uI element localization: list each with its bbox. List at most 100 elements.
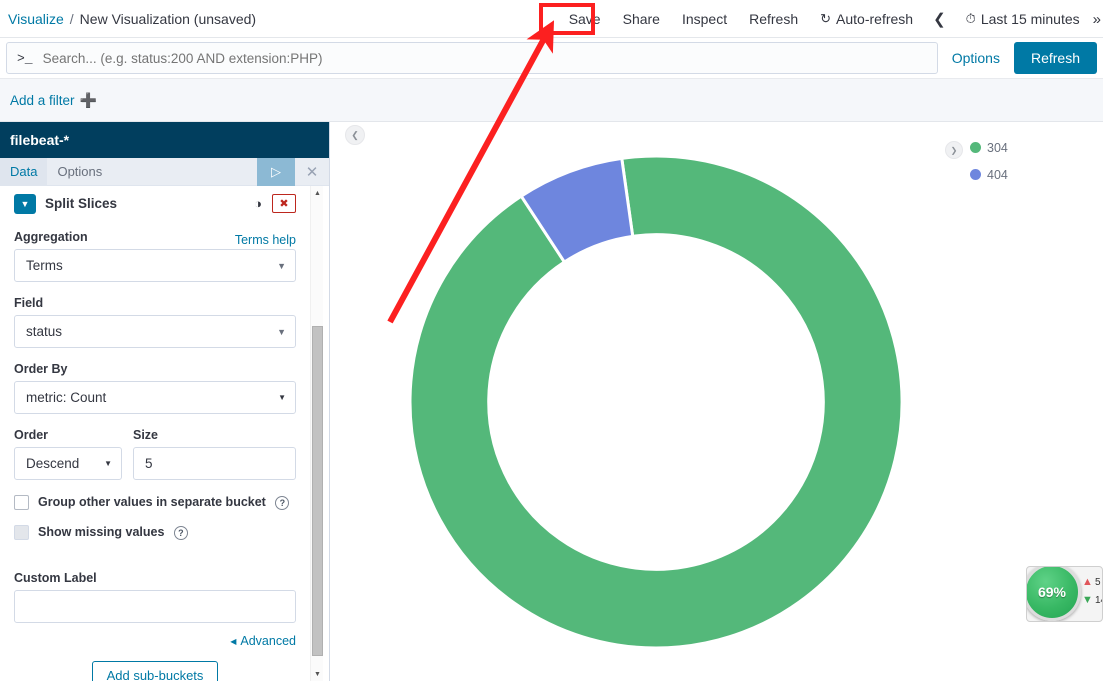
remove-bucket-button[interactable]: ✖ bbox=[272, 194, 296, 213]
legend-toggle-button[interactable]: ❯ bbox=[945, 141, 963, 159]
chevron-right-icon: ❯ bbox=[950, 145, 958, 155]
sidebar-scrollbar[interactable]: ▲ ▼ bbox=[310, 186, 323, 681]
close-editor-button[interactable]: ✕ bbox=[295, 158, 329, 186]
advanced-label: Advanced bbox=[240, 634, 296, 648]
size-label: Size bbox=[133, 428, 159, 442]
legend-item-304[interactable]: 304 bbox=[970, 134, 1096, 161]
clock-icon: ⏱ bbox=[965, 11, 976, 26]
chevron-down-icon[interactable]: ▼ bbox=[14, 193, 36, 214]
breadcrumb-separator: / bbox=[69, 10, 74, 27]
field-select[interactable]: status ▼ bbox=[14, 315, 296, 348]
network-speed-widget[interactable]: 69% ▲ 5 ▼ 14 bbox=[1026, 566, 1103, 622]
tab-options[interactable]: Options bbox=[47, 158, 112, 186]
query-refresh-button[interactable]: Refresh bbox=[1013, 42, 1097, 74]
group-other-values-row[interactable]: Group other values in separate bucket ? bbox=[14, 495, 296, 510]
index-pattern-name: filebeat-* bbox=[10, 132, 70, 148]
custom-label-label: Custom Label bbox=[14, 571, 97, 585]
add-sub-buckets-button[interactable]: Add sub-buckets bbox=[91, 661, 219, 681]
index-pattern-header: filebeat-* bbox=[0, 122, 329, 158]
donut-chart-svg bbox=[408, 154, 904, 650]
tab-data[interactable]: Data bbox=[0, 157, 48, 186]
group-other-values-checkbox[interactable] bbox=[14, 495, 29, 510]
aggregation-label-row: Aggregation Terms help bbox=[14, 216, 296, 249]
breadcrumb-visualize-link[interactable]: Visualize bbox=[8, 11, 64, 27]
arrow-up-icon: ▲ bbox=[1082, 576, 1093, 588]
save-button[interactable]: Save bbox=[558, 0, 612, 38]
split-slices-bucket-header: ▼ Split Slices ◑ ✖ bbox=[14, 186, 296, 216]
question-mark-icon[interactable]: ? bbox=[275, 495, 290, 510]
legend-color-swatch bbox=[970, 169, 981, 180]
visualization-chart-area: ❮ ❯ 304 404 bbox=[331, 122, 1103, 681]
size-input[interactable] bbox=[133, 447, 296, 480]
add-filter-label: Add a filter bbox=[10, 92, 75, 108]
question-mark-icon[interactable]: ? bbox=[173, 525, 188, 540]
editor-tab-row: Data Options ▷ ✕ bbox=[0, 157, 329, 186]
auto-refresh-label: Auto-refresh bbox=[836, 11, 914, 27]
add-filter-button[interactable]: Add a filter ➕ bbox=[10, 92, 97, 109]
top-navigation-bar: Visualize / New Visualization (unsaved) … bbox=[0, 0, 1103, 38]
inspect-button[interactable]: Inspect bbox=[671, 0, 738, 38]
arrow-down-icon: ▼ bbox=[1082, 594, 1093, 606]
top-actions-group: Save Share Inspect Refresh ↻ Auto-refres… bbox=[558, 0, 1103, 38]
speed-gauge: 69% bbox=[1027, 567, 1081, 621]
donut-chart bbox=[331, 122, 951, 681]
speed-values: ▲ 5 ▼ 14 bbox=[1082, 573, 1102, 609]
chevron-down-icon: ▼ bbox=[277, 326, 286, 337]
legend-color-swatch bbox=[970, 142, 981, 153]
donut-slice-304[interactable] bbox=[408, 154, 904, 650]
order-by-select[interactable]: metric: Count ▼ bbox=[14, 381, 296, 414]
order-by-value: metric: Count bbox=[26, 390, 107, 405]
search-input[interactable] bbox=[42, 50, 927, 66]
caret-up-icon[interactable]: ▲ bbox=[311, 186, 324, 200]
legend-item-label: 304 bbox=[987, 140, 1008, 155]
aggregation-value: Terms bbox=[26, 258, 63, 273]
previous-time-button[interactable]: ❮ bbox=[924, 0, 955, 38]
console-prompt-icon: >_ bbox=[17, 50, 33, 66]
search-input-wrapper[interactable]: >_ bbox=[6, 42, 938, 74]
sidebar-scrollbar-thumb[interactable] bbox=[312, 326, 323, 656]
show-missing-values-row[interactable]: Show missing values ? bbox=[14, 525, 296, 540]
size-column: Size bbox=[133, 414, 296, 480]
share-button[interactable]: Share bbox=[612, 0, 671, 38]
terms-help-link[interactable]: Terms help bbox=[235, 233, 296, 247]
breadcrumb-current-title: New Visualization (unsaved) bbox=[79, 10, 257, 27]
add-sub-buckets-row: Add sub-buckets bbox=[14, 661, 296, 681]
aggregation-label: Aggregation bbox=[14, 230, 88, 244]
caret-left-icon: ◀ bbox=[230, 636, 237, 646]
order-value: Descend bbox=[26, 456, 80, 471]
eye-icon[interactable]: ◑ bbox=[254, 196, 262, 211]
breadcrumb: Visualize / New Visualization (unsaved) bbox=[0, 11, 256, 27]
topnav-overflow-button[interactable]: » bbox=[1091, 0, 1103, 38]
aggregation-select[interactable]: Terms ▼ bbox=[14, 249, 296, 282]
chevron-down-icon: ▼ bbox=[277, 260, 286, 271]
advanced-toggle[interactable]: ◀ Advanced bbox=[230, 634, 296, 648]
field-value: status bbox=[26, 324, 63, 339]
bucket-title: Split Slices bbox=[45, 196, 118, 211]
legend-item-label: 404 bbox=[987, 167, 1008, 182]
field-label: Field bbox=[14, 296, 44, 310]
chevron-left-icon: ❮ bbox=[933, 11, 946, 28]
refresh-button[interactable]: Refresh bbox=[738, 0, 809, 38]
show-missing-values-checkbox[interactable] bbox=[14, 525, 29, 540]
editor-panel-body: ▼ Split Slices ◑ ✖ Aggregation Terms hel… bbox=[0, 186, 329, 681]
caret-down-icon[interactable]: ▼ bbox=[311, 667, 324, 681]
visualization-editor-sidebar: filebeat-* Data Options ▷ ✕ ▼ Split Slic… bbox=[0, 122, 330, 681]
order-select[interactable]: Descend ▼ bbox=[14, 447, 122, 480]
upload-row: ▲ 5 bbox=[1082, 573, 1102, 591]
auto-refresh-button[interactable]: ↻ Auto-refresh bbox=[809, 0, 924, 38]
time-range-picker[interactable]: ⏱ Last 15 minutes bbox=[955, 0, 1091, 38]
order-size-row: Order Descend ▼ Size bbox=[14, 414, 296, 480]
play-icon: ▷ bbox=[271, 163, 281, 179]
caret-down-icon: ▼ bbox=[278, 393, 286, 402]
legend-item-404[interactable]: 404 bbox=[970, 161, 1096, 188]
chart-legend: ❯ 304 404 bbox=[936, 134, 1096, 188]
order-by-label: Order By bbox=[14, 362, 68, 376]
custom-label-input[interactable] bbox=[14, 590, 296, 623]
download-row: ▼ 14 bbox=[1082, 591, 1102, 609]
speed-percent-label: 69% bbox=[1037, 584, 1067, 600]
query-options-button[interactable]: Options bbox=[938, 50, 1014, 66]
apply-changes-button[interactable]: ▷ bbox=[257, 157, 295, 186]
close-icon: ✕ bbox=[305, 163, 319, 181]
query-bar: >_ Options Refresh bbox=[0, 38, 1103, 78]
order-label: Order bbox=[14, 428, 49, 442]
